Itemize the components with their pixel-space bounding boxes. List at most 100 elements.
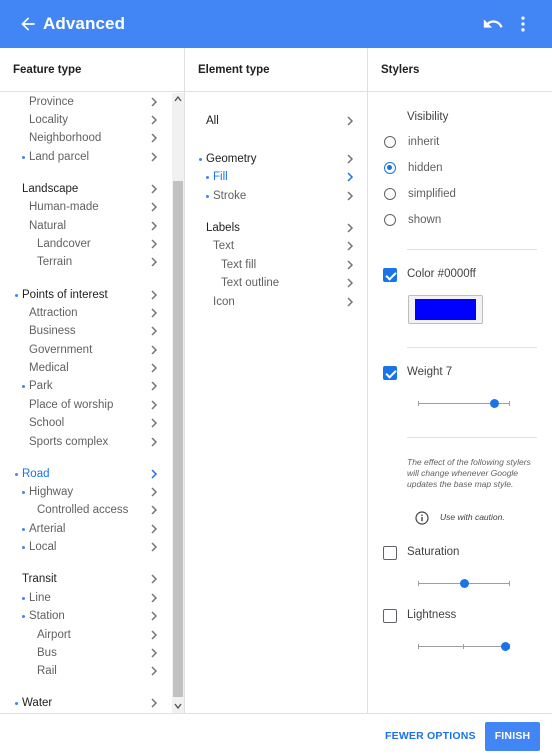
visibility-radio-hidden[interactable] [384,162,396,174]
saturation-slider[interactable] [418,578,510,590]
finish-button[interactable]: FINISH [485,722,540,751]
undo-icon[interactable] [482,13,504,35]
feature-type-neighborhood[interactable]: Neighborhood [0,129,172,147]
feature-type-road[interactable]: Road [0,465,172,483]
feature-type-park[interactable]: Park [0,377,172,395]
element-type-icon[interactable]: Icon [186,293,367,311]
styled-indicator-dot [206,176,209,179]
color-swatch-button[interactable] [408,295,483,324]
feature-type-controlled-access[interactable]: Controlled access [0,501,172,519]
feature-type-province[interactable]: Province [0,93,172,111]
feature-type-government[interactable]: Government [0,341,172,359]
styled-indicator-dot [206,195,209,198]
feature-type-label: Points of interest [22,289,108,301]
feature-list-scrollbar[interactable] [172,93,184,713]
feature-type-rail[interactable]: Rail [0,662,172,680]
chevron-right-icon [347,278,354,288]
feature-type-local[interactable]: Local [0,538,172,556]
chevron-right-icon [151,290,158,300]
visibility-option-label: simplified [408,188,456,200]
visibility-radio-shown[interactable] [384,214,396,226]
feature-type-label: Terrain [37,256,73,268]
feature-type-human-made[interactable]: Human-made [0,198,172,216]
footer-bar: FEWER OPTIONS FINISH [0,713,552,755]
feature-type-highway[interactable]: Highway [0,483,172,501]
styled-indicator-dot [15,473,18,476]
element-type-label: Icon [213,296,235,308]
chevron-right-icon [151,115,158,125]
feature-type-land-parcel[interactable]: Land parcel [0,148,172,166]
feature-type-attraction[interactable]: Attraction [0,304,172,322]
arrow-back-icon[interactable] [18,14,38,34]
chevron-right-icon [151,666,158,676]
element-type-fill[interactable]: Fill [186,168,367,186]
color-checkbox[interactable] [383,268,397,282]
scroll-down-arrow-icon[interactable] [174,702,182,710]
scrollbar-thumb[interactable] [173,181,183,697]
feature-type-natural[interactable]: Natural [0,217,172,235]
scroll-up-arrow-icon[interactable] [174,95,182,103]
slider-knob[interactable] [490,399,500,408]
feature-type-sports-complex[interactable]: Sports complex [0,433,172,451]
feature-type-label: Park [29,380,53,392]
feature-type-bus[interactable]: Bus [0,644,172,662]
more-vert-icon[interactable] [513,13,533,35]
element-type-label: All [206,115,219,127]
color-label: Color #0000ff [407,268,476,280]
feature-type-terrain[interactable]: Terrain [0,253,172,271]
feature-type-locality[interactable]: Locality [0,111,172,129]
feature-type-business[interactable]: Business [0,322,172,340]
feature-type-landcover[interactable]: Landcover [0,235,172,253]
feature-type-landscape[interactable]: Landscape [0,180,172,198]
feature-type-line[interactable]: Line [0,589,172,607]
slider-tick [418,644,419,649]
fewer-options-button[interactable]: FEWER OPTIONS [385,730,476,742]
lightness-checkbox[interactable] [383,609,397,623]
chevron-right-icon [151,698,158,708]
element-type-stroke[interactable]: Stroke [186,187,367,205]
saturation-checkbox[interactable] [383,546,397,560]
feature-type-school[interactable]: School [0,414,172,432]
element-type-label: Labels [206,222,240,234]
element-type-label: Text outline [221,277,280,289]
element-type-text-fill[interactable]: Text fill [186,256,367,274]
element-type-labels[interactable]: Labels [186,219,367,237]
feature-type-arterial[interactable]: Arterial [0,520,172,538]
feature-type-points-of-interest[interactable]: Points of interest [0,286,172,304]
weight-checkbox[interactable] [383,366,397,380]
slider-knob[interactable] [501,642,510,651]
chevron-right-icon [151,487,158,497]
element-type-geometry[interactable]: Geometry [186,150,367,168]
styled-indicator-dot [22,546,25,549]
element-type-label: Text [213,240,235,252]
info-icon [415,511,429,525]
slider-tick [463,644,464,649]
feature-type-label: Medical [29,362,69,374]
feature-type-place-of-worship[interactable]: Place of worship [0,396,172,414]
column-divider [184,48,185,713]
element-type-all[interactable]: All [186,112,367,130]
feature-type-label: Airport [37,629,71,641]
weight-slider[interactable] [418,398,510,410]
chevron-right-icon [151,221,158,231]
visibility-radio-inherit[interactable] [384,136,396,148]
element-type-text-outline[interactable]: Text outline [186,274,367,292]
weight-label: Weight 7 [407,366,453,378]
chevron-right-icon [347,172,354,182]
slider-knob[interactable] [459,579,469,588]
element-type-text[interactable]: Text [186,237,367,255]
visibility-radio-simplified[interactable] [384,188,396,200]
feature-type-station[interactable]: Station [0,607,172,625]
feature-type-label: Neighborhood [29,132,102,144]
chevron-right-icon [151,257,158,267]
feature-type-water[interactable]: Water [0,694,172,712]
chevron-right-icon [347,223,354,233]
feature-type-airport[interactable]: Airport [0,626,172,644]
element-type-label: Text fill [221,259,257,271]
feature-type-label: Bus [37,647,57,659]
feature-type-medical[interactable]: Medical [0,359,172,377]
feature-type-transit[interactable]: Transit [0,570,172,588]
chevron-right-icon [347,297,354,307]
chevron-right-icon [151,308,158,318]
lightness-slider[interactable] [418,641,510,653]
